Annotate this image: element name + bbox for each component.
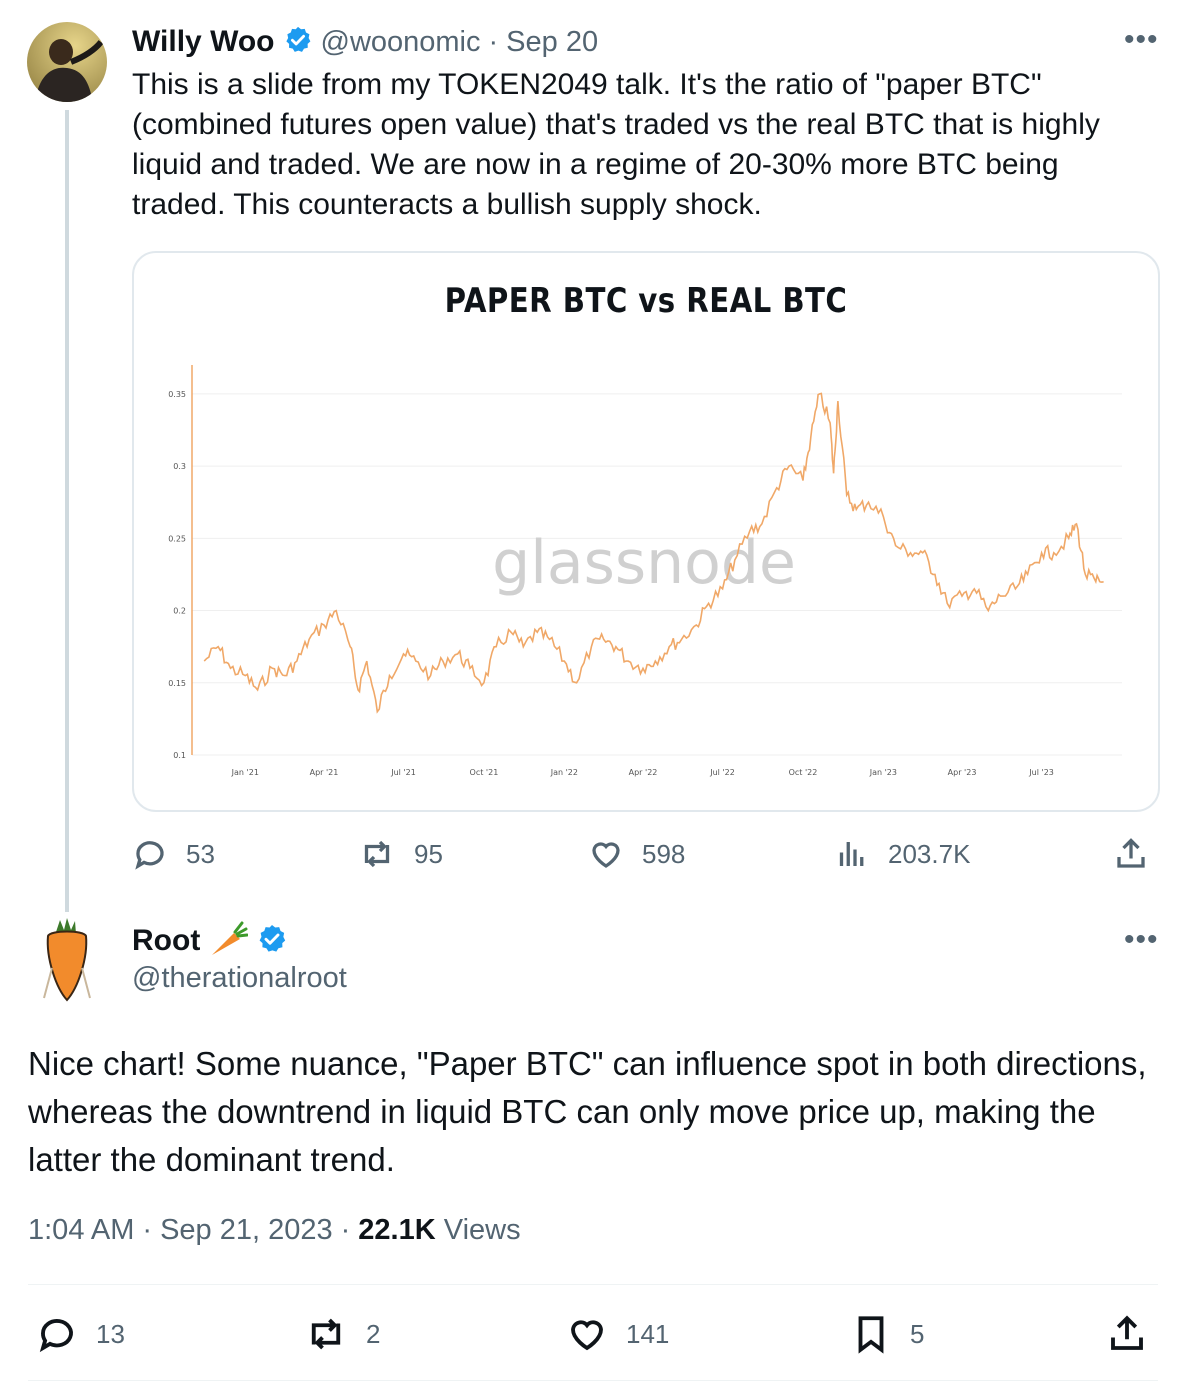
share-button[interactable] <box>1113 836 1149 872</box>
reply-button[interactable]: 53 <box>132 836 215 872</box>
y-tick-label: 0.35 <box>168 390 186 399</box>
share-button[interactable] <box>1106 1313 1148 1355</box>
y-tick-label: 0.2 <box>173 607 186 616</box>
like-count: 141 <box>626 1318 670 1349</box>
x-tick-label: Jul '23 <box>1028 768 1054 777</box>
heart-icon <box>592 842 620 868</box>
avatar-willy-woo[interactable] <box>27 22 107 102</box>
share-icon <box>1117 838 1145 868</box>
tweet-meta: 1:04 AM · Sep 21, 2023 · 22.1K Views <box>28 1214 521 1247</box>
author-handle[interactable]: @therationalroot <box>132 962 347 995</box>
x-tick-label: Jan '22 <box>550 768 578 777</box>
chart-plot: glassnode 0.35 0.3 0.25 0.2 0.15 0.1 Jan '21 A… <box>168 365 1122 777</box>
repost-count: 95 <box>414 838 443 869</box>
x-tick-label: Apr '22 <box>629 768 658 777</box>
chart-watermark: glassnode <box>492 528 796 598</box>
tweet-date[interactable]: Sep 21, 2023 <box>160 1214 333 1247</box>
more-options-icon[interactable]: ••• <box>1124 925 1159 955</box>
x-tick-label: Jul '22 <box>709 768 735 777</box>
views-count: 22.1K <box>358 1214 436 1246</box>
reply-count: 53 <box>186 838 215 869</box>
bookmark-button[interactable]: 5 <box>850 1313 924 1355</box>
author-handle[interactable]: @woonomic <box>321 26 481 59</box>
separator-dot: · <box>142 1214 153 1246</box>
separator-dot: · <box>488 25 499 58</box>
like-button[interactable]: 598 <box>588 836 685 872</box>
x-tick-label: Apr '23 <box>948 768 977 777</box>
view-count: 203.7K <box>888 838 971 869</box>
verified-badge-icon <box>283 25 313 60</box>
divider <box>28 1380 1158 1381</box>
reply-count: 13 <box>96 1318 125 1349</box>
author-name[interactable]: Root <box>132 924 200 958</box>
repost-button[interactable]: 95 <box>358 836 443 872</box>
tweet-date[interactable]: Sep 20 <box>506 26 598 59</box>
carrot-avatar-icon <box>43 918 91 1002</box>
x-tick-label: Apr '21 <box>310 768 339 777</box>
tweet-text: Nice chart! Some nuance, "Paper BTC" can… <box>28 1045 1147 1178</box>
x-tick-label: Oct '21 <box>470 768 499 777</box>
bookmark-count: 5 <box>910 1318 925 1349</box>
y-tick-label: 0.3 <box>173 462 186 471</box>
carrot-emoji-icon <box>208 921 249 962</box>
y-tick-label: 0.25 <box>168 534 186 543</box>
tweet2-header: Root <box>132 920 288 962</box>
heart-icon <box>571 1320 603 1351</box>
avatar-image <box>27 22 107 102</box>
like-button[interactable]: 141 <box>566 1313 669 1355</box>
share-icon <box>1111 1315 1143 1350</box>
analytics-icon <box>839 842 864 866</box>
chart-card[interactable]: PAPER BTC vs REAL BTC glassnode 0.35 0.3 0… <box>132 251 1160 812</box>
y-axis-ticks: 0.35 0.3 0.25 0.2 0.15 0.1 <box>168 390 186 760</box>
x-axis-ticks: Jan '21 Apr '21 Jul '21 Oct '21 Jan '22 Apr '… <box>231 768 1054 777</box>
tweet1-header: Willy Woo @woonomic · Sep 20 <box>132 22 598 62</box>
x-tick-label: Oct '22 <box>789 768 818 777</box>
more-options-icon[interactable]: ••• <box>1124 25 1159 55</box>
thread-connector <box>65 110 69 912</box>
x-tick-label: Jan '21 <box>231 768 259 777</box>
bookmark-icon <box>858 1316 884 1354</box>
views-button[interactable]: 203.7K <box>834 836 970 872</box>
tweet-text: This is a slide from my TOKEN2049 talk. … <box>132 68 1100 221</box>
like-count: 598 <box>642 838 686 869</box>
repost-count: 2 <box>366 1318 381 1349</box>
repost-icon <box>364 840 390 868</box>
views-label: Views <box>443 1214 521 1246</box>
x-tick-label: Jul '21 <box>390 768 416 777</box>
y-tick-label: 0.15 <box>168 679 186 688</box>
verified-badge-icon <box>256 923 288 960</box>
repost-icon <box>311 1318 341 1350</box>
reply-icon <box>39 1319 73 1353</box>
avatar-root[interactable] <box>26 918 106 1002</box>
repost-button[interactable]: 2 <box>304 1313 380 1355</box>
author-name[interactable]: Willy Woo <box>132 25 275 59</box>
divider <box>28 1284 1158 1285</box>
views-total[interactable]: 22.1K Views <box>358 1214 520 1247</box>
separator-dot: · <box>340 1214 351 1246</box>
reply-button[interactable]: 13 <box>36 1313 125 1355</box>
reply-icon <box>135 841 164 870</box>
tweet-time[interactable]: 1:04 AM <box>28 1214 134 1247</box>
x-tick-label: Jan '23 <box>869 768 897 777</box>
y-tick-label: 0.1 <box>173 751 186 760</box>
